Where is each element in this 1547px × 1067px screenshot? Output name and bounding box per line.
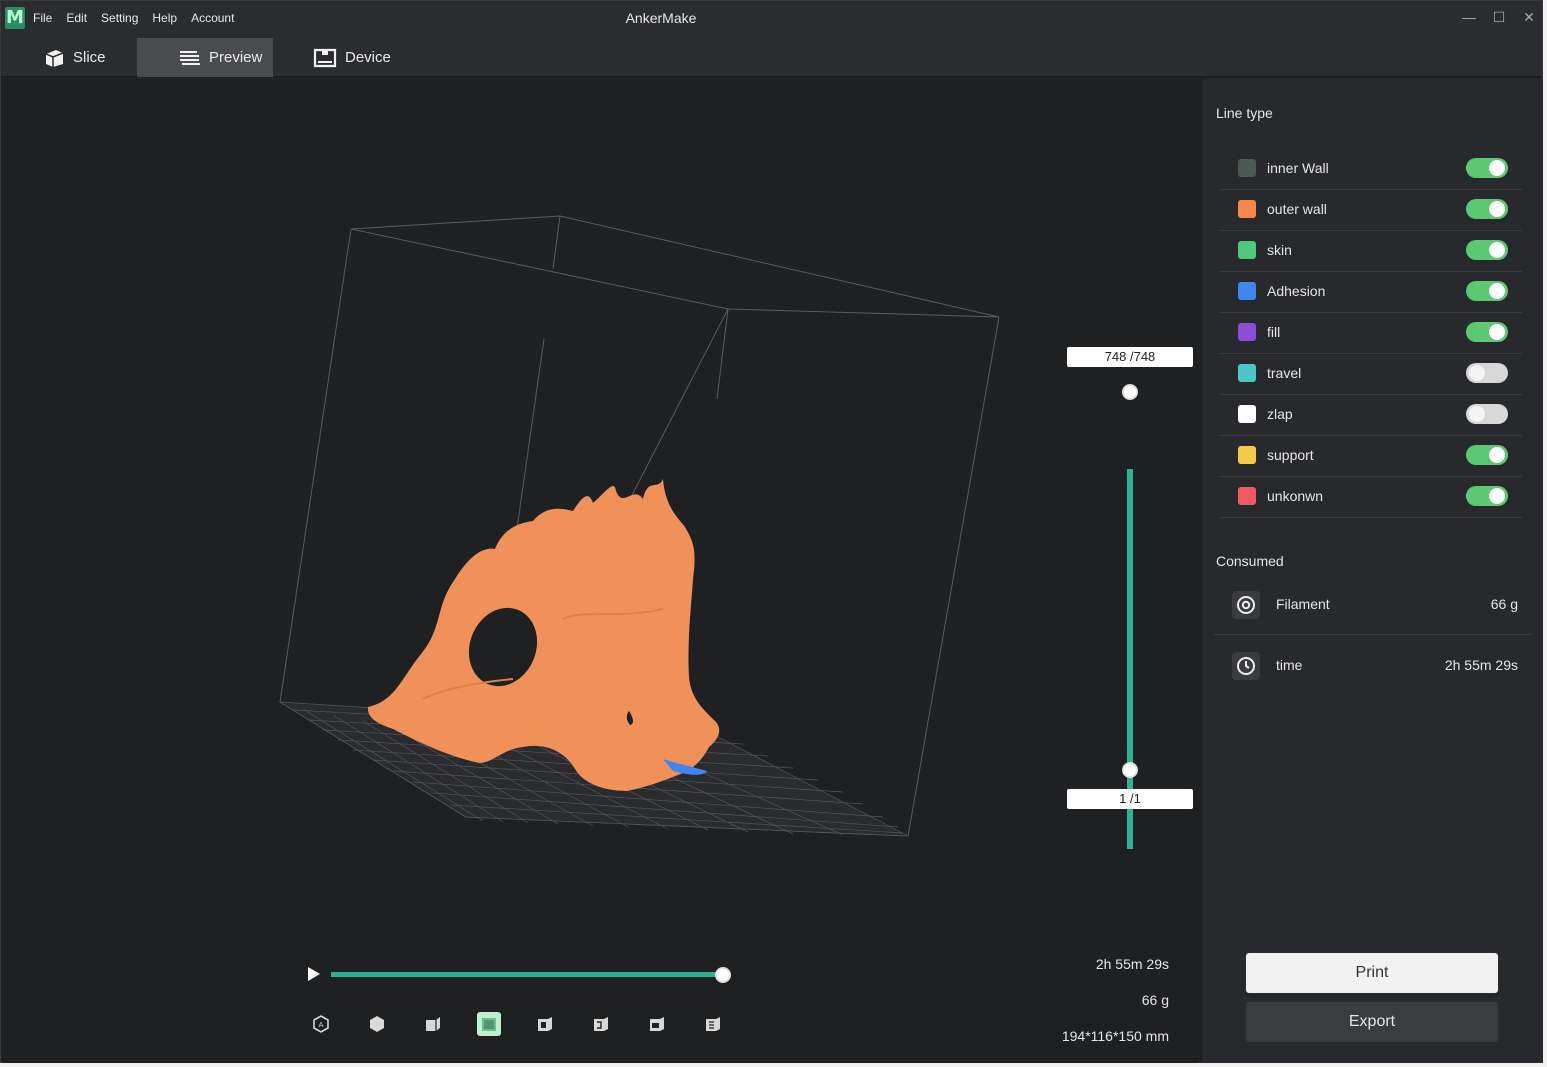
time-value: 2h 55m 29s: [1444, 657, 1518, 673]
line-type-row: outer wall: [1220, 190, 1522, 231]
preview-viewport[interactable]: 748 /748 1 /1 2h 55m 29s 66 g 194*116*15…: [3, 79, 1199, 1063]
line-type-label: inner Wall: [1267, 160, 1329, 176]
toggle-knob: [1469, 365, 1485, 381]
top-view-icon[interactable]: [477, 1012, 501, 1036]
layer-bottom-label: 1 /1: [1067, 789, 1193, 809]
app-title: AnkerMake: [625, 10, 697, 26]
toggle-knob: [1489, 324, 1505, 340]
line-type-swatch: [1238, 405, 1256, 423]
svg-text:A: A: [319, 1021, 324, 1029]
line-type-row: unkonwn: [1220, 477, 1522, 518]
line-type-toggle[interactable]: [1466, 158, 1508, 178]
line-type-row: travel: [1220, 354, 1522, 395]
right-panel: Line type inner Wall outer wall skin Adhesi…: [1201, 79, 1543, 1063]
app-window: M File Edit Setting Help Account AnkerMa…: [0, 0, 1543, 1063]
device-printer-icon: [313, 48, 337, 68]
toggle-knob: [1489, 201, 1505, 217]
consumed-time-row: time 2h 55m 29s: [1214, 636, 1532, 696]
line-type-swatch: [1238, 487, 1256, 505]
front-view-icon[interactable]: [421, 1012, 445, 1036]
line-type-row: zlap: [1220, 395, 1522, 436]
line-type-swatch: [1238, 446, 1256, 464]
toggle-knob: [1489, 283, 1505, 299]
line-type-toggle[interactable]: [1466, 322, 1508, 342]
layer-top-label: 748 /748: [1067, 347, 1193, 367]
line-type-swatch: [1238, 323, 1256, 341]
line-type-swatch: [1238, 200, 1256, 218]
line-type-row: inner Wall: [1220, 149, 1522, 190]
clock-icon: [1232, 652, 1260, 680]
line-type-label: fill: [1267, 324, 1281, 340]
tab-preview-label: Preview: [209, 49, 263, 66]
build-volume-scene[interactable]: [3, 79, 1199, 1063]
line-type-list: inner Wall outer wall skin Adhesion fill trav…: [1220, 149, 1522, 518]
title-bar: M File Edit Setting Help Account AnkerMa…: [1, 1, 1542, 37]
toggle-knob: [1469, 406, 1485, 422]
tab-device-label: Device: [345, 49, 391, 66]
line-type-swatch: [1238, 159, 1256, 177]
slice-cube-icon: [45, 50, 64, 67]
time-label: time: [1276, 657, 1303, 673]
filament-spool-icon: [1232, 591, 1260, 619]
toggle-knob: [1489, 447, 1505, 463]
line-type-row: skin: [1220, 231, 1522, 272]
line-type-label: Adhesion: [1267, 283, 1326, 299]
stat-time: 2h 55m 29s: [1095, 956, 1169, 972]
export-button[interactable]: Export: [1246, 1002, 1498, 1042]
filament-label: Filament: [1276, 596, 1330, 612]
tab-device[interactable]: Device: [273, 38, 403, 77]
line-type-row: fill: [1220, 313, 1522, 354]
line-type-toggle[interactable]: [1466, 404, 1508, 424]
consumed-title: Consumed: [1216, 553, 1284, 569]
tab-slice[interactable]: Slice: [31, 38, 135, 77]
iso-view-icon[interactable]: [365, 1012, 389, 1036]
filament-value: 66 g: [1490, 596, 1518, 612]
line-type-swatch: [1238, 364, 1256, 382]
line-type-label: support: [1267, 447, 1314, 463]
left-view-icon[interactable]: [533, 1012, 557, 1036]
line-type-label: outer wall: [1267, 201, 1327, 217]
line-type-row: support: [1220, 436, 1522, 477]
toggle-knob: [1489, 488, 1505, 504]
line-type-label: skin: [1267, 242, 1292, 258]
right-view-icon[interactable]: [589, 1012, 613, 1036]
toggle-knob: [1489, 242, 1505, 258]
playback-slider-fill: [331, 972, 725, 977]
line-type-title: Line type: [1216, 105, 1273, 121]
line-type-label: zlap: [1267, 406, 1293, 422]
close-icon[interactable]: ✕: [1519, 9, 1539, 26]
back-view-icon[interactable]: [645, 1012, 669, 1036]
play-icon[interactable]: [307, 966, 321, 982]
view-toolbar: A: [309, 1012, 757, 1036]
tab-preview[interactable]: Preview: [137, 38, 273, 77]
line-type-swatch: [1238, 282, 1256, 300]
stat-dimensions: 194*116*150 mm: [1061, 1028, 1169, 1044]
line-type-toggle[interactable]: [1466, 486, 1508, 506]
line-type-toggle[interactable]: [1466, 199, 1508, 219]
bottom-view-icon[interactable]: [701, 1012, 725, 1036]
tab-bar: Slice Preview Device: [1, 37, 1542, 77]
print-button[interactable]: Print: [1246, 953, 1498, 993]
maximize-icon[interactable]: ☐: [1489, 9, 1509, 26]
tab-slice-label: Slice: [73, 49, 106, 66]
consumed-filament-row: Filament 66 g: [1214, 575, 1532, 635]
toggle-knob: [1489, 160, 1505, 176]
layer-slider-top-handle[interactable]: [1122, 384, 1138, 400]
line-type-row: Adhesion: [1220, 272, 1522, 313]
line-type-label: unkonwn: [1267, 488, 1324, 504]
stat-weight: 66 g: [1141, 992, 1169, 1008]
preview-layers-icon: [180, 51, 200, 65]
playback-slider-handle[interactable]: [715, 967, 731, 983]
line-type-toggle[interactable]: [1466, 363, 1508, 383]
line-type-toggle[interactable]: [1466, 281, 1508, 301]
line-type-toggle[interactable]: [1466, 445, 1508, 465]
line-type-toggle[interactable]: [1466, 240, 1508, 260]
auto-view-icon[interactable]: A: [309, 1012, 333, 1036]
minimize-icon[interactable]: —: [1459, 9, 1479, 25]
line-type-label: travel: [1267, 365, 1302, 381]
line-type-swatch: [1238, 241, 1256, 259]
layer-slider-bottom-handle[interactable]: [1122, 762, 1138, 778]
playback-slider-track[interactable]: [331, 972, 725, 977]
